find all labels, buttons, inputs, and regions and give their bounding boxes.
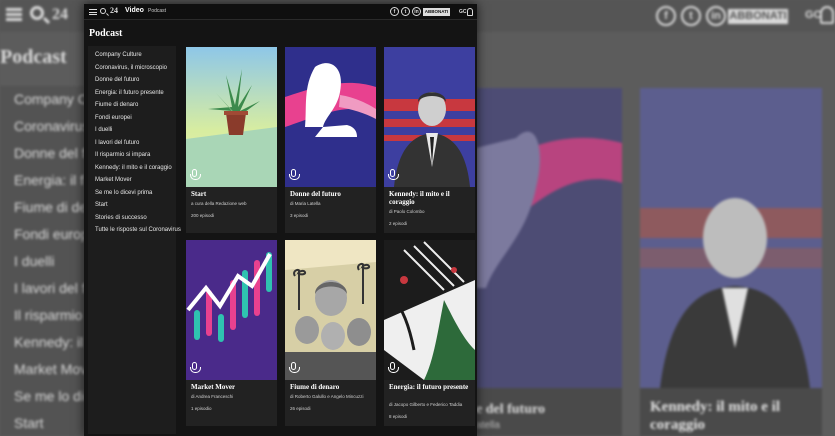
- subscribe-button[interactable]: ABBONATI: [423, 8, 450, 16]
- microphone-icon: [289, 169, 300, 180]
- sidebar-item[interactable]: Kennedy: il mito e il coraggio: [88, 162, 176, 175]
- bg-menu-item: Kennedy: il: [14, 334, 84, 350]
- search-icon[interactable]: [100, 8, 106, 14]
- social-links: f t in: [390, 7, 421, 16]
- card-artwork: [186, 240, 277, 380]
- podcast-sidebar: Company Culture Coronavirus, il microsco…: [88, 46, 181, 434]
- bg-menu-item: Market Mov: [14, 361, 88, 377]
- sidebar-item[interactable]: Se me lo dicevi prima: [88, 187, 176, 200]
- bg-social: f t in: [656, 6, 726, 26]
- bg-card-donne: e del futuro atella: [476, 88, 622, 436]
- bg-menu-item: Fondi europ: [14, 226, 89, 242]
- bg-subscribe: ABBONATI: [728, 9, 788, 24]
- microphone-icon: [289, 362, 300, 373]
- sidebar-item[interactable]: Fiume di denaro: [88, 99, 176, 112]
- bg-menu-item: Energia: il f: [14, 172, 85, 188]
- bg-card-author: atella: [476, 420, 500, 431]
- podcast-card-donne[interactable]: Donne del futuro di Maria Latella 3 epis…: [285, 47, 376, 233]
- search-icon: [30, 6, 44, 20]
- sidebar-item[interactable]: I lavori del futuro: [88, 137, 176, 150]
- twitter-icon[interactable]: t: [401, 7, 410, 16]
- sidebar-item[interactable]: Coronavirus, il microscopio: [88, 62, 176, 75]
- card-author: di Roberto Galullo e Angelo Mincuzzi: [290, 394, 364, 399]
- sidebar-item[interactable]: Tutte le risposte sul Coronavirus: [88, 224, 181, 237]
- microphone-icon: [388, 362, 399, 373]
- card-title: Donne del futuro: [290, 190, 341, 198]
- card-episodes: 26 episodi: [290, 406, 311, 411]
- card-artwork: [285, 47, 376, 187]
- card-episodes: 200 episodi: [191, 213, 215, 218]
- podcast-window: 24 Video Podcast f t in ABBONATI GC Podc…: [84, 4, 477, 436]
- card-title: Start: [191, 190, 207, 198]
- card-episodes: 2 episodi: [389, 221, 408, 226]
- sidebar-item[interactable]: Start: [88, 199, 176, 212]
- menu-icon: [6, 8, 22, 21]
- podcast-card-market-mover[interactable]: Market Mover di Andrea Franceschi 1 epis…: [186, 240, 277, 426]
- card-artwork: [285, 240, 376, 380]
- card-episodes: 3 episodi: [290, 213, 309, 218]
- bg-card-art: [476, 88, 622, 388]
- podcast-card-kennedy[interactable]: Kennedy: il mito e il coraggio di Paolo …: [384, 47, 475, 233]
- section-label[interactable]: Video: [125, 7, 144, 14]
- card-author: di Andrea Franceschi: [191, 394, 234, 399]
- bg-menu-item: Coronavirus: [14, 118, 90, 134]
- bg-menu-item: Donne del f: [14, 145, 86, 161]
- bg-menu-item: Se me lo dic: [14, 388, 92, 404]
- microphone-icon: [388, 169, 399, 180]
- bg-card-kennedy: Kennedy: il mito e il coraggio: [640, 88, 822, 436]
- card-artwork: [384, 240, 475, 380]
- header: 24 Video Podcast f t in ABBONATI GC: [84, 4, 477, 20]
- card-author: di Jacopo Gilberto e Federico Taddia: [389, 402, 463, 407]
- bg-menu-item: Il risparmio: [14, 307, 83, 323]
- bg-logo: 24: [52, 6, 68, 23]
- podcast-card-energia[interactable]: Energia: il futuro presente di Jacopo Gi…: [384, 240, 475, 426]
- page-title: Podcast: [89, 28, 123, 39]
- card-episodes: 1 episodio: [191, 406, 212, 411]
- sidebar-item[interactable]: Donne del futuro: [88, 74, 176, 87]
- sidebar-item[interactable]: Il risparmio si impara: [88, 149, 176, 162]
- podcast-card-fiume[interactable]: Fiume di denaro di Roberto Galullo e Ang…: [285, 240, 376, 426]
- bg-menu-item: Start: [14, 415, 44, 431]
- linkedin-icon[interactable]: in: [412, 7, 421, 16]
- card-episodes: 8 episodi: [389, 414, 408, 419]
- microphone-icon: [190, 362, 201, 373]
- facebook-icon: f: [656, 6, 676, 26]
- sidebar-item[interactable]: Fondi europei: [88, 112, 176, 125]
- user-icon[interactable]: [467, 8, 473, 16]
- bg-menu-item: I duelli: [14, 253, 55, 269]
- podcast-card-start[interactable]: Start a cura della Redazione web 200 epi…: [186, 47, 277, 233]
- bg-card-art: [640, 88, 822, 388]
- bg-menu-item: I lavori del f: [14, 280, 86, 296]
- bg-card-title: e del futuro: [476, 402, 545, 417]
- sidebar-item[interactable]: Stories di successo: [88, 212, 176, 225]
- card-author: di Paolo Colombo: [389, 209, 425, 214]
- card-title: Fiume di denaro: [290, 383, 340, 391]
- sidebar-item[interactable]: Market Mover: [88, 174, 176, 187]
- card-title: Kennedy: il mito e il coraggio: [389, 190, 450, 206]
- microphone-icon: [190, 169, 201, 180]
- nav-podcast[interactable]: Podcast: [148, 8, 166, 14]
- sidebar-item[interactable]: Company Culture: [88, 49, 176, 62]
- bg-menu-item: Company C: [14, 91, 88, 107]
- card-artwork: [384, 47, 475, 187]
- linkedin-icon: in: [706, 6, 726, 26]
- twitter-icon: t: [681, 6, 701, 26]
- card-title: Energia: il futuro presente: [389, 383, 469, 391]
- card-artwork: [186, 47, 277, 187]
- bg-menu-item: Fiume di de: [14, 199, 88, 215]
- facebook-icon[interactable]: f: [390, 7, 399, 16]
- menu-icon[interactable]: [89, 9, 97, 15]
- sidebar-item[interactable]: I duelli: [88, 124, 176, 137]
- card-author: di Maria Latella: [290, 201, 321, 206]
- bg-page-title: Podcast: [0, 46, 67, 68]
- sidebar-item[interactable]: Energia: il futuro presente: [88, 87, 176, 100]
- bg-sidebar: Company C Coronavirus Donne del f Energi…: [0, 86, 92, 436]
- site-logo[interactable]: 24: [110, 6, 118, 15]
- bg-card-title: Kennedy: il mito e il coraggio: [650, 399, 780, 433]
- user-icon: [820, 6, 834, 24]
- card-title: Market Mover: [191, 383, 236, 391]
- card-author: a cura della Redazione web: [191, 201, 247, 206]
- user-initials[interactable]: GC: [459, 9, 467, 15]
